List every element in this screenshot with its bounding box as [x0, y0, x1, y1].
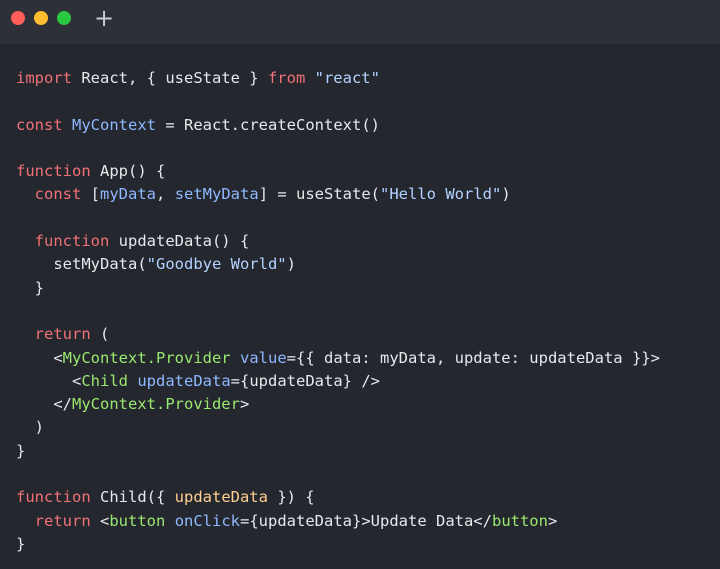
code-token-keyword: return: [34, 325, 91, 344]
code-token-plain: ={{ data: myData, update: updateData }}>: [286, 348, 660, 367]
code-line: </MyContext.Provider>: [16, 393, 720, 416]
code-window: + import React, { useState } from "react…: [0, 0, 720, 569]
code-line: }: [16, 440, 720, 463]
code-editor: import React, { useState } from "react" …: [16, 67, 720, 556]
title-bar: +: [0, 0, 720, 44]
code-token-ident: MyContext: [72, 115, 157, 134]
code-token-tag: Child: [81, 371, 128, 390]
code-line: function Child({ updateData }) {: [16, 486, 720, 509]
code-token-attr: onClick: [174, 511, 241, 530]
code-token-func: updateData: [174, 488, 268, 507]
code-token-plain: >: [239, 395, 250, 414]
code-token-plain: }: [16, 278, 44, 297]
code-token-keyword: function: [16, 162, 91, 181]
code-token-keyword: return: [34, 511, 91, 530]
code-token-ident: setMyData: [174, 185, 259, 204]
code-line: const MyContext = React.createContext(): [16, 114, 720, 137]
code-token-attr: updateData: [137, 371, 231, 390]
code-token-keyword: function: [34, 232, 110, 251]
code-token-plain: }) {: [267, 488, 315, 507]
code-line: function App() {: [16, 160, 720, 183]
code-token-plain: App() {: [90, 162, 166, 181]
code-token-plain: React, { useState }: [72, 69, 268, 87]
code-token-string: "react": [314, 69, 380, 87]
code-token-plain: <: [16, 371, 82, 390]
code-token-plain: ={updateData} />: [230, 371, 380, 390]
code-token-tag: MyContext.Provider: [72, 395, 240, 414]
code-token-tag: button: [109, 511, 166, 530]
code-line: const [myData, setMyData] = useState("He…: [16, 183, 720, 206]
close-button[interactable]: [11, 11, 25, 25]
code-line: ): [16, 416, 720, 439]
code-token-string: "Hello World": [380, 185, 502, 204]
code-line: }: [16, 533, 720, 556]
code-line: <MyContext.Provider value={{ data: myDat…: [16, 347, 720, 370]
code-token-keyword: function: [16, 488, 91, 507]
code-token-plain: ): [501, 185, 511, 204]
code-token-plain: [: [81, 185, 101, 204]
code-line: <Child updateData={updateData} />: [16, 370, 720, 393]
code-token-ident: myData: [100, 185, 157, 204]
plus-icon[interactable]: +: [92, 4, 116, 32]
code-line: setMyData("Goodbye World"): [16, 253, 720, 276]
code-token-tag: MyContext.Provider: [62, 348, 231, 367]
code-token-plain: }: [16, 441, 26, 460]
code-line: return <button onClick={updateData}>Upda…: [16, 510, 720, 533]
code-token-keyword: const: [34, 185, 82, 204]
code-token-plain: ={updateData}>Update Data</: [240, 511, 492, 530]
code-token-keyword: const: [16, 115, 63, 134]
code-token-plain: ): [286, 255, 296, 274]
code-token-plain: <: [90, 511, 110, 530]
code-token-plain: ] = useState(: [258, 185, 381, 204]
code-token-plain: Child({: [90, 488, 175, 507]
code-token-plain: <: [16, 348, 63, 367]
code-token-keyword: import: [16, 69, 72, 87]
minimize-button[interactable]: [34, 11, 48, 25]
code-token-attr: value: [240, 348, 287, 367]
code-line: function updateData() {: [16, 230, 720, 253]
code-token-keyword: from: [267, 69, 306, 87]
code-token-plain: >: [547, 511, 558, 530]
code-token-plain: = React.createContext(): [156, 115, 380, 134]
code-line: import React, { useState } from "react": [16, 67, 720, 90]
code-line: return (: [16, 323, 720, 346]
code-token-string: "Goodbye World": [146, 255, 287, 274]
code-token-plain: }: [16, 534, 26, 553]
code-token-plain: (: [90, 325, 110, 344]
code-token-plain: setMyData(: [16, 255, 147, 274]
code-token-plain: ,: [156, 185, 175, 204]
maximize-button[interactable]: [57, 11, 71, 25]
code-token-plain: ): [16, 418, 44, 437]
code-line: }: [16, 277, 720, 300]
code-token-plain: updateData() {: [109, 232, 250, 251]
code-token-tag: button: [491, 511, 548, 530]
code-token-plain: </: [16, 395, 72, 414]
